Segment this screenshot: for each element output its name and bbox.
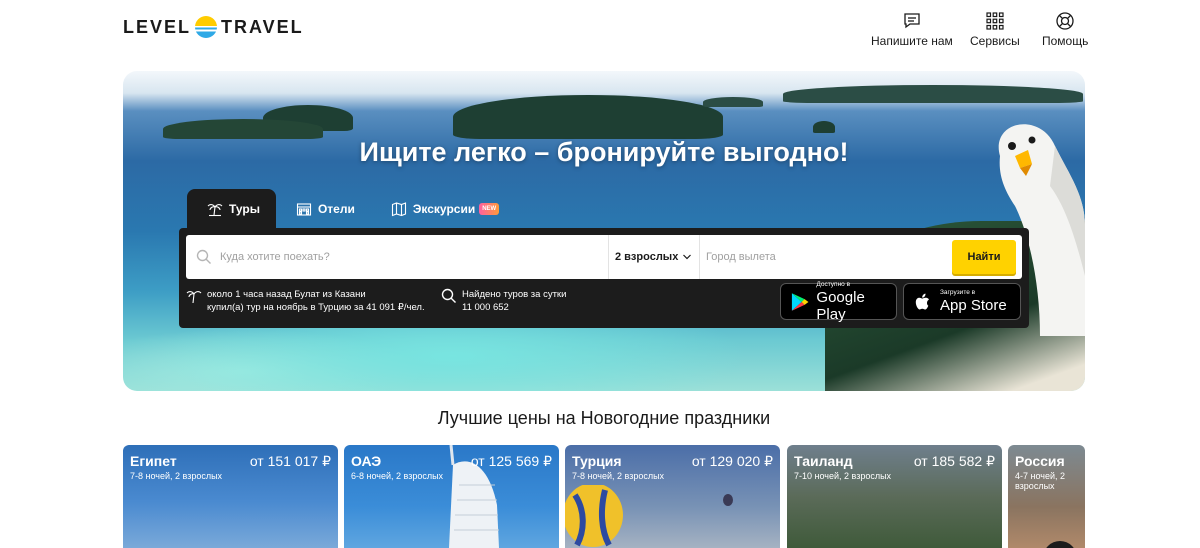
card-meta: 4-7 ночей, 2 взрослых	[1015, 471, 1066, 491]
destination-card-egypt[interactable]: Египет 7-8 ночей, 2 взрослых от 151 017 …	[123, 445, 338, 548]
app-store-small: Загрузите в	[940, 289, 976, 296]
search-button[interactable]: Найти	[952, 240, 1016, 274]
card-price: от 151 017 ₽	[249, 453, 331, 469]
lifebuoy-icon	[1056, 12, 1074, 30]
card-meta: 7-8 ночей, 2 взрослых	[130, 471, 223, 481]
destination-input[interactable]: Куда хотите поехать?	[186, 235, 609, 279]
card-destination: Турция	[572, 453, 622, 469]
tours-found-count: 11 000 652	[462, 302, 509, 313]
island-shape	[453, 95, 723, 139]
chat-icon	[904, 13, 920, 29]
apple-icon	[915, 293, 929, 309]
card-price: от 185 582 ₽	[913, 453, 995, 469]
google-play-icon	[791, 292, 809, 311]
card-destination: Таиланд	[794, 453, 853, 469]
chevron-down-icon	[683, 254, 692, 260]
tab-hotels[interactable]: Отели	[276, 189, 371, 229]
search-icon	[441, 288, 456, 303]
tours-found-info: Найдено туров за сутки 11 000 652	[441, 288, 566, 314]
card-meta: 7-10 ночей, 2 взрослых	[794, 471, 892, 481]
island-shape	[163, 119, 323, 139]
app-store-label: App Store	[940, 297, 1007, 314]
tours-found-label: Найдено туров за сутки	[462, 289, 567, 300]
travelers-value: 2 взрослых	[615, 251, 679, 263]
hero-banner: Ищите легко – бронируйте выгодно! Туры О…	[123, 71, 1085, 391]
tab-label: Отели	[317, 202, 355, 216]
search-icon	[196, 249, 211, 264]
search-form: Куда хотите поехать? 2 взрослых Город вы…	[186, 235, 1022, 279]
tab-tours[interactable]: Туры	[187, 189, 276, 229]
tab-excursions[interactable]: Экскурсии NEW	[371, 189, 515, 229]
card-meta: 7-8 ночей, 2 взрослых	[572, 471, 665, 481]
nav-write-us[interactable]: Напишите нам	[871, 11, 953, 48]
recent-booking-line2: купил(а) тур на ноябрь в Турцию за 41 09…	[207, 302, 425, 313]
nav-help[interactable]: Помощь	[1042, 11, 1088, 48]
nav-services[interactable]: Сервисы	[970, 11, 1020, 48]
search-panel: Куда хотите поехать? 2 взрослых Город вы…	[179, 228, 1029, 328]
card-destination: ОАЭ	[351, 453, 382, 469]
destination-carousel: Египет 7-8 ночей, 2 взрослых от 151 017 …	[123, 445, 1085, 548]
google-play-small: Доступно в	[816, 280, 851, 288]
travelers-select[interactable]: 2 взрослых	[609, 235, 700, 279]
section-title: Лучшие цены на Новогодние праздники	[437, 408, 771, 428]
tab-label: Туры	[229, 202, 260, 216]
logo[interactable]: LEVEL TRAVEL	[123, 16, 304, 38]
destination-card-thailand[interactable]: Таиланд 7-10 ночей, 2 взрослых от 185 58…	[787, 445, 1002, 548]
palm-icon	[207, 204, 223, 217]
card-destination: Россия	[1015, 453, 1065, 469]
nav-label: Помощь	[1042, 34, 1089, 48]
destination-placeholder: Куда хотите поехать?	[220, 251, 330, 263]
card-price: от 129 020 ₽	[691, 453, 773, 469]
card-price: от 125 569 ₽	[470, 453, 552, 469]
nav-label: Напишите нам	[871, 34, 953, 48]
logo-text-left: LEVEL	[123, 16, 192, 37]
google-play-button[interactable]: Доступно в Google Play	[780, 280, 897, 323]
recent-booking-info: около 1 часа назад Булат из Казани купил…	[186, 288, 425, 314]
island-shape	[783, 85, 1083, 103]
hot-air-balloon-image	[565, 485, 733, 547]
recent-booking-line1: около 1 часа назад Булат из Казани	[207, 289, 366, 300]
departure-placeholder: Город вылета	[706, 251, 776, 263]
new-badge: NEW	[479, 203, 500, 215]
grid-icon	[986, 12, 1004, 30]
departure-city-input[interactable]: Город вылета	[700, 235, 952, 279]
header: LEVEL TRAVEL Напишите нам Сервисы Помощь	[0, 0, 1200, 62]
app-store-button[interactable]: Загрузите в App Store	[903, 283, 1021, 320]
google-play-label: Google Play	[816, 288, 865, 323]
search-tabs: Туры Отели Экскурсии NEW	[187, 189, 515, 229]
hero-title: Ищите легко – бронируйте выгодно!	[359, 137, 849, 167]
island-shape	[813, 121, 835, 133]
island-shape	[703, 97, 763, 107]
sun-logo-icon	[195, 16, 218, 38]
nav-label: Сервисы	[970, 34, 1020, 48]
logo-text-right: TRAVEL	[221, 16, 304, 37]
destination-card-russia[interactable]: Россия 4-7 ночей, 2 взрослых	[1008, 445, 1085, 548]
destination-card-turkey[interactable]: Турция 7-8 ночей, 2 взрослых от 129 020 …	[565, 445, 780, 548]
card-destination: Египет	[130, 453, 177, 469]
card-meta: 6-8 ночей, 2 взрослых	[351, 471, 444, 481]
tab-label: Экскурсии	[412, 202, 476, 216]
palm-icon	[186, 291, 202, 304]
hotel-icon	[296, 203, 312, 216]
map-icon	[391, 202, 406, 217]
destination-card-uae[interactable]: ОАЭ 6-8 ночей, 2 взрослых от 125 569 ₽	[344, 445, 559, 548]
